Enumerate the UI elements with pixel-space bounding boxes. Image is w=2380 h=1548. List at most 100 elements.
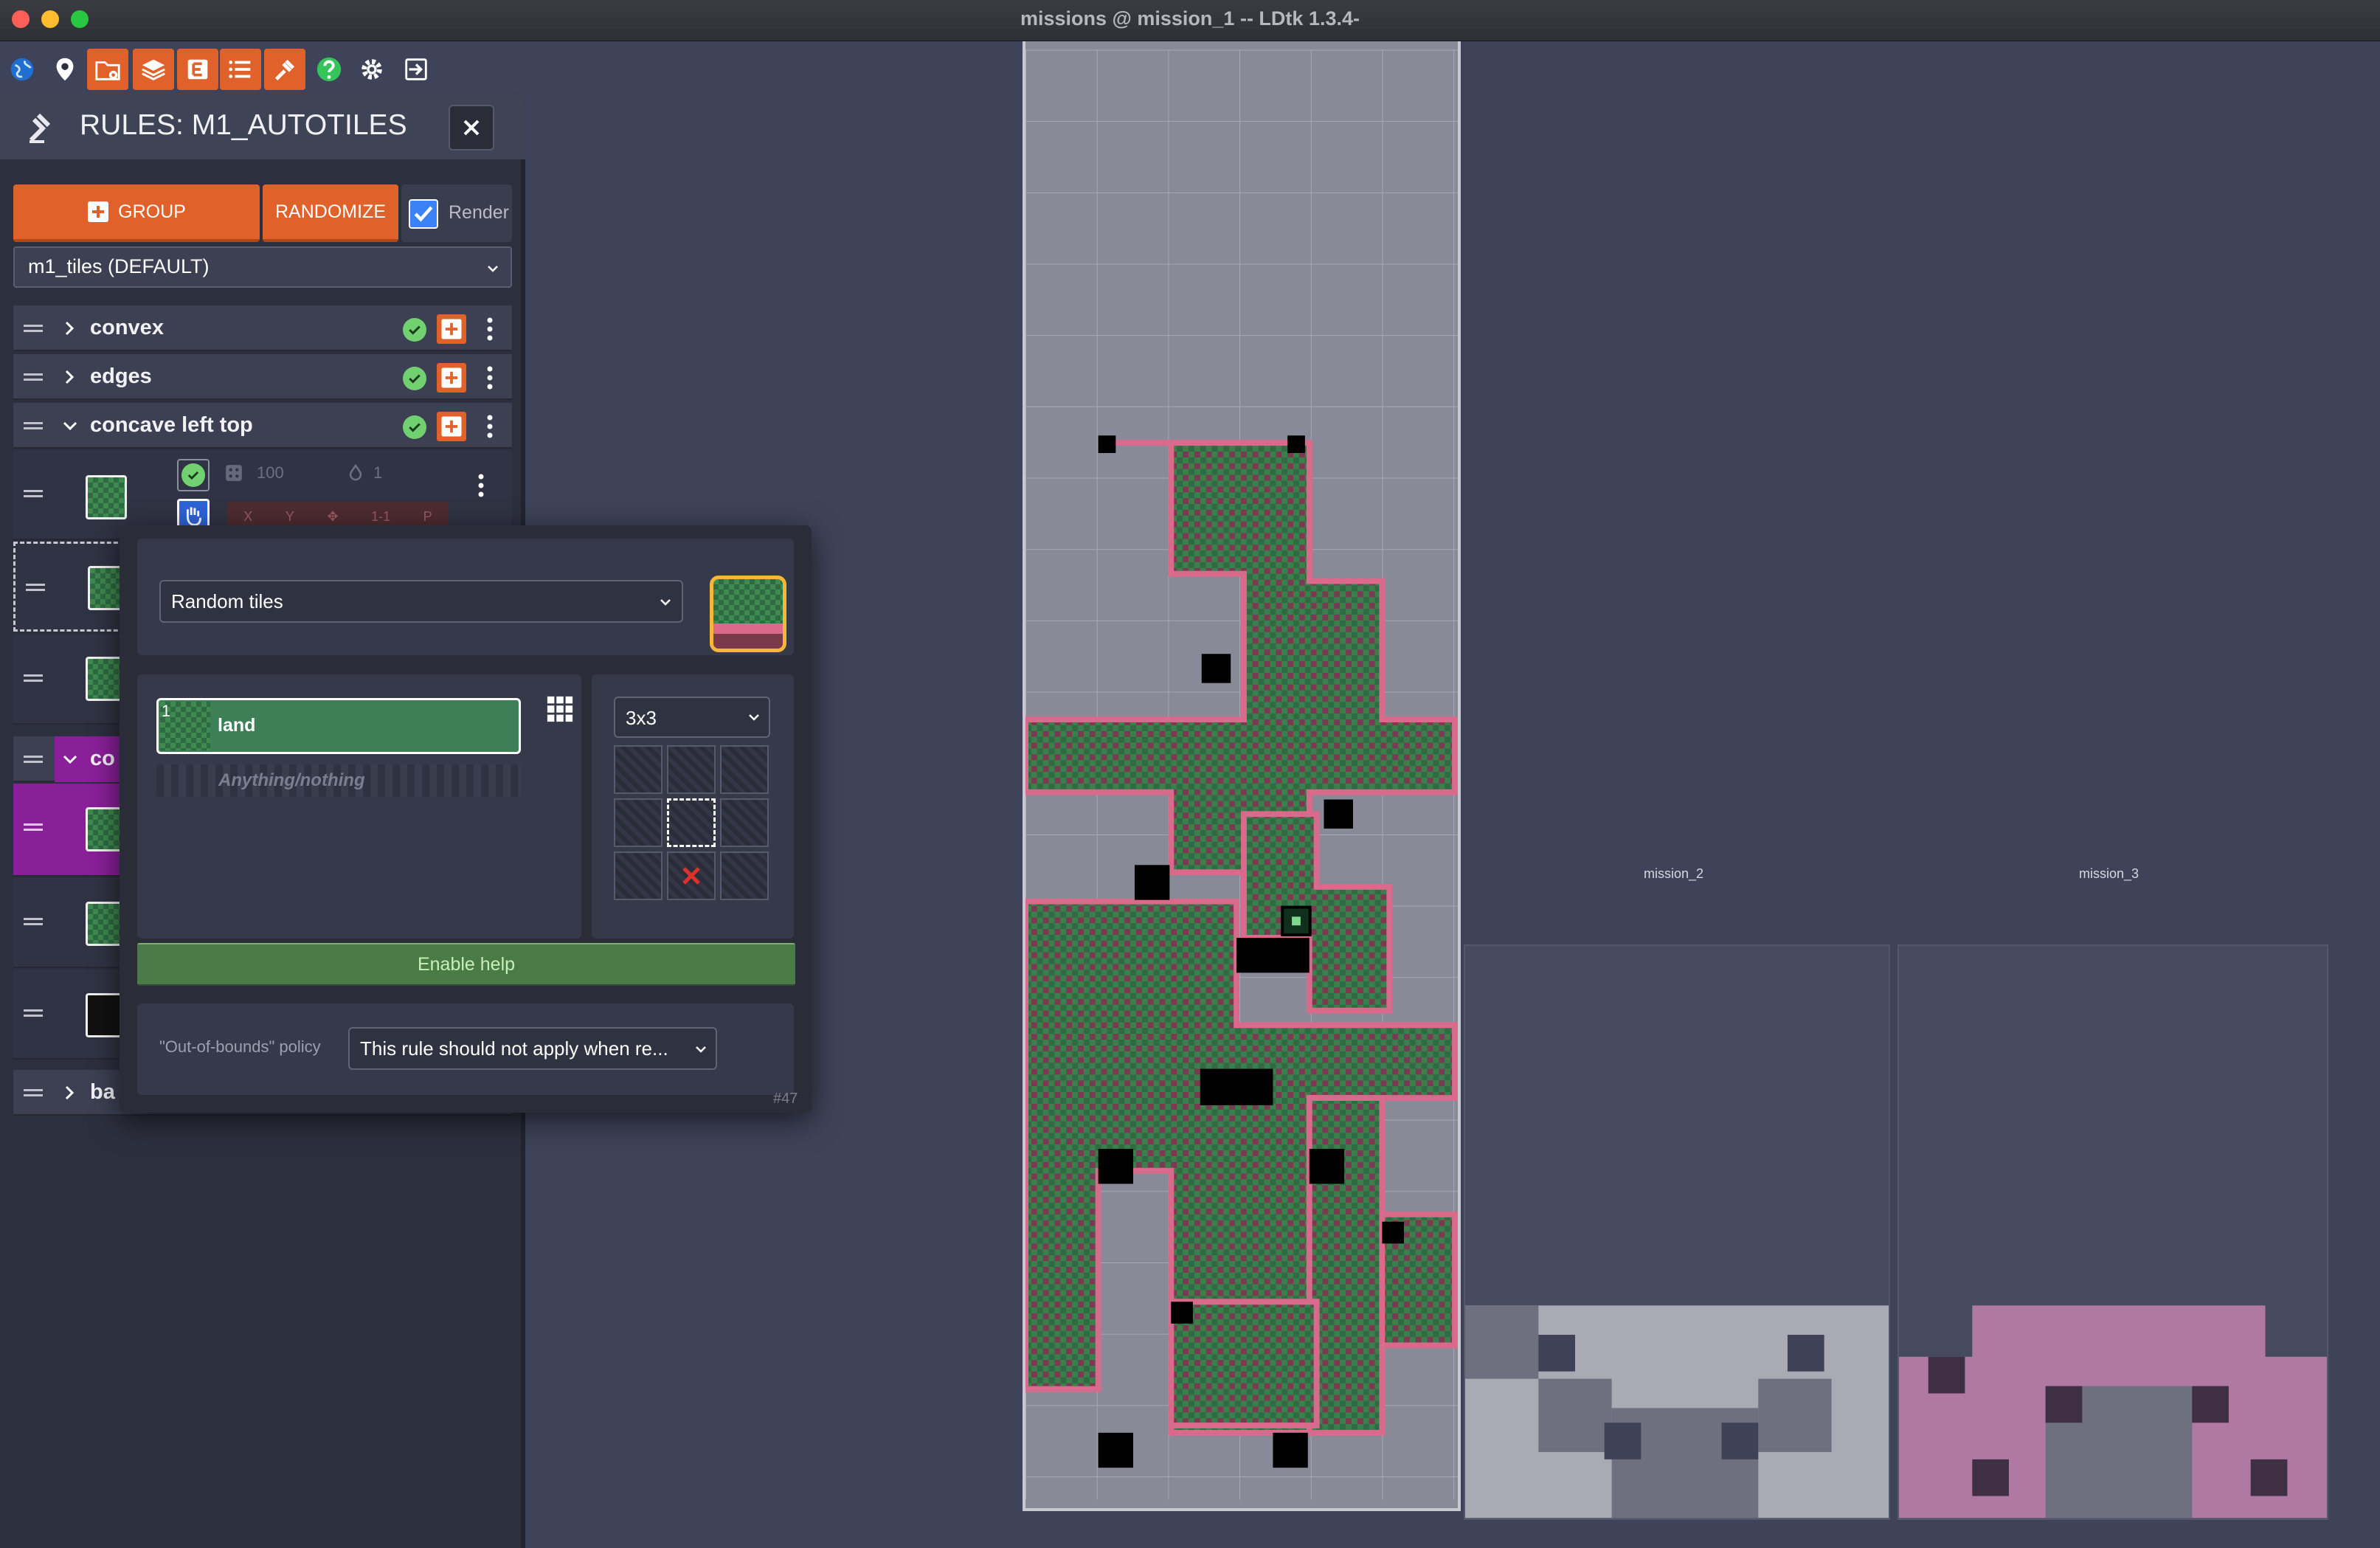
level-mission-2-preview	[1465, 1305, 1889, 1518]
oob-policy-value: This rule should not apply when re...	[360, 1037, 668, 1060]
tile-preview[interactable]	[710, 576, 786, 652]
plus-icon	[88, 201, 109, 222]
rule-chance-value[interactable]: 100	[257, 463, 284, 483]
level-label-mission-2[interactable]: mission_2	[1644, 866, 1703, 882]
plus-icon	[441, 367, 462, 388]
x-flip-label[interactable]: X	[243, 509, 252, 525]
dice-icon[interactable]	[224, 463, 243, 483]
rule-group-concave-left-top[interactable]: concave left top	[13, 403, 512, 449]
group-name: co	[90, 747, 115, 770]
more-options-icon[interactable]	[485, 413, 494, 440]
add-rule-button[interactable]	[437, 412, 466, 441]
exit-icon[interactable]	[395, 49, 437, 90]
move-icon[interactable]: ✥	[327, 509, 338, 525]
more-options-icon[interactable]	[477, 472, 485, 499]
active-check-icon[interactable]	[403, 415, 426, 439]
rule-active-toggle[interactable]	[177, 459, 210, 491]
tilemap-preview[interactable]	[1023, 41, 1458, 1508]
level-canvas-mission-1[interactable]	[1023, 41, 1461, 1511]
level-mission-2[interactable]	[1464, 944, 1890, 1520]
chevron-down-icon[interactable]	[59, 413, 81, 438]
level-label-mission-3[interactable]: mission_3	[2079, 866, 2139, 882]
panel-title: RULES: M1_AUTOTILES	[80, 109, 407, 141]
drag-handle-icon[interactable]	[24, 422, 43, 429]
randomize-button[interactable]: RANDOMIZE	[263, 184, 398, 242]
gavel-icon	[25, 109, 60, 145]
y-flip-label[interactable]: Y	[286, 509, 294, 525]
drag-handle-icon[interactable]	[24, 756, 43, 763]
drag-handle-icon[interactable]	[24, 325, 43, 332]
active-check-icon	[181, 463, 205, 487]
chevron-down-icon	[660, 599, 671, 606]
rule-editor-popup: Random tiles 1 land Anything/nothing 3x3	[120, 525, 812, 1113]
drag-handle-icon[interactable]	[26, 584, 45, 591]
chevron-right-icon[interactable]	[59, 364, 81, 390]
drag-handle-icon[interactable]	[24, 823, 43, 831]
entities-icon[interactable]	[177, 49, 218, 90]
drag-handle-icon[interactable]	[24, 1009, 43, 1017]
more-options-icon[interactable]	[485, 364, 494, 391]
int-value-land[interactable]: 1 land	[156, 698, 521, 754]
pattern-size-select[interactable]: 3x3	[614, 697, 770, 738]
location-icon[interactable]	[44, 49, 86, 90]
layers-icon[interactable]	[133, 49, 174, 90]
cursor-marker-dot	[1292, 916, 1301, 926]
add-rule-button[interactable]	[437, 363, 466, 393]
chevron-down-icon	[488, 266, 498, 272]
rules-brush-icon[interactable]	[264, 49, 305, 90]
drag-handle-icon[interactable]	[24, 373, 43, 381]
close-panel-button[interactable]	[449, 105, 494, 151]
enable-help-button[interactable]: Enable help	[137, 943, 795, 986]
gear-icon[interactable]	[351, 49, 392, 90]
rule-group-select[interactable]: m1_tiles (DEFAULT)	[13, 246, 512, 288]
perlin-label[interactable]: P	[423, 509, 432, 525]
rule-mode-section: Random tiles	[137, 539, 794, 655]
group-name: concave left top	[90, 413, 253, 437]
pattern-cell[interactable]	[667, 745, 716, 794]
help-icon[interactable]	[308, 49, 350, 90]
more-options-icon[interactable]	[485, 316, 494, 342]
pattern-cell[interactable]	[720, 745, 769, 794]
cross-icon	[682, 867, 700, 885]
chevron-right-icon[interactable]	[59, 1080, 81, 1105]
render-toggle[interactable]: Render	[401, 184, 512, 242]
pattern-cell-not-land[interactable]	[667, 851, 716, 900]
drag-handle-icon[interactable]	[24, 490, 43, 497]
world-icon[interactable]	[1, 49, 43, 90]
offset-label[interactable]: 1-1	[371, 509, 390, 525]
tag-name: land	[218, 715, 256, 736]
pattern-cell[interactable]	[720, 798, 769, 847]
tag-number: 1	[162, 702, 171, 720]
level-mission-3[interactable]	[1898, 944, 2328, 1520]
tile-preview-ground	[713, 634, 783, 649]
pattern-cell-land[interactable]	[614, 798, 663, 847]
drag-handle-icon[interactable]	[24, 1089, 43, 1096]
pattern-cell[interactable]	[614, 851, 663, 900]
oob-label: "Out-of-bounds" policy	[159, 1037, 321, 1056]
pattern-cell-land[interactable]	[720, 851, 769, 900]
active-check-icon[interactable]	[403, 367, 426, 390]
drag-handle-icon[interactable]	[24, 674, 43, 682]
drop-icon[interactable]	[347, 463, 364, 481]
render-checkbox[interactable]	[409, 199, 438, 229]
group-button-label: GROUP	[118, 201, 186, 222]
rule-group-edges[interactable]: edges	[13, 354, 512, 400]
rule-repeat-value[interactable]: 1	[373, 463, 382, 483]
anything-option[interactable]: Anything/nothing	[156, 764, 521, 797]
pattern-cell-center[interactable]	[667, 798, 716, 847]
rule-group-convex[interactable]: convex	[13, 305, 512, 351]
oob-policy-select[interactable]: This rule should not apply when re...	[348, 1027, 717, 1070]
folder-gear-icon[interactable]	[87, 49, 128, 90]
check-icon	[414, 206, 433, 222]
drag-handle-icon[interactable]	[24, 918, 43, 925]
pattern-cell[interactable]	[614, 745, 663, 794]
rule-mode-select[interactable]: Random tiles	[159, 580, 683, 623]
list-icon[interactable]	[220, 49, 261, 90]
active-check-icon[interactable]	[403, 318, 426, 342]
rule-tile-thumbnail[interactable]	[86, 475, 127, 519]
chevron-down-icon[interactable]	[59, 747, 81, 772]
add-group-button[interactable]: GROUP	[13, 184, 260, 242]
chevron-right-icon[interactable]	[59, 316, 81, 341]
add-rule-button[interactable]	[437, 314, 466, 344]
grid-icon[interactable]	[546, 695, 574, 723]
